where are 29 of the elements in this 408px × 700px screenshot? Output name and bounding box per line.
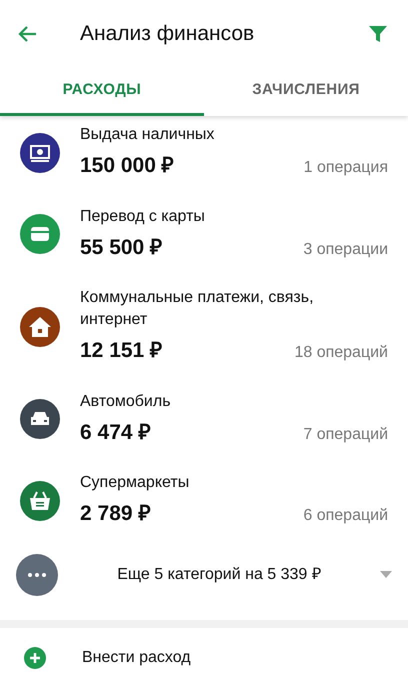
filter-icon[interactable] (368, 24, 388, 44)
add-expense-button[interactable]: Внести расход (0, 628, 408, 688)
operations-count: 6 операций (303, 506, 388, 526)
screen-title: Анализ финансов (80, 21, 256, 48)
category-name: Перевод с карты (80, 206, 206, 226)
plus-icon (24, 646, 46, 668)
operations-count: 1 операция (304, 158, 388, 178)
more-categories-row[interactable]: Еще 5 категорий на 5 339 ₽ (0, 546, 408, 604)
tab[interactable]: РАСХОДЫ (0, 68, 204, 116)
category-row[interactable]: Супермаркеты 2 789 ₽ 6 операций (0, 464, 408, 546)
category-name: Автомобиль (80, 392, 172, 412)
category-amount: 150 000 ₽ (80, 153, 174, 179)
tab[interactable]: ЗАЧИСЛЕНИЯ (204, 68, 408, 116)
category-amount: 12 151 ₽ (80, 338, 162, 364)
category-name: Супермаркеты (80, 473, 190, 493)
category-row[interactable]: Выдача наличных 150 000 ₽ 1 операция (0, 116, 408, 198)
more-dots-icon (16, 554, 58, 596)
category-amount: 55 500 ₽ (80, 234, 162, 260)
category-name: Коммунальные платежи, связь, интернет (80, 288, 315, 330)
operations-count: 7 операций (303, 424, 388, 444)
category-row[interactable]: Коммунальные платежи, связь, интернет 12 151 ₽ 18 операций (0, 279, 408, 382)
category-row[interactable]: Автомобиль 6 474 ₽ 7 операций (0, 382, 408, 464)
operations-count: 3 операции (303, 240, 388, 260)
category-amount: 2 789 ₽ (80, 501, 150, 527)
category-amount: 6 474 ₽ (80, 420, 150, 446)
category-name: Выдача наличных (80, 125, 216, 145)
operations-count: 18 операций (294, 343, 388, 363)
category-row[interactable]: Перевод с карты 55 500 ₽ 3 операции (0, 198, 408, 279)
more-categories-label: Еще 5 категорий на 5 339 ₽ (116, 564, 322, 584)
